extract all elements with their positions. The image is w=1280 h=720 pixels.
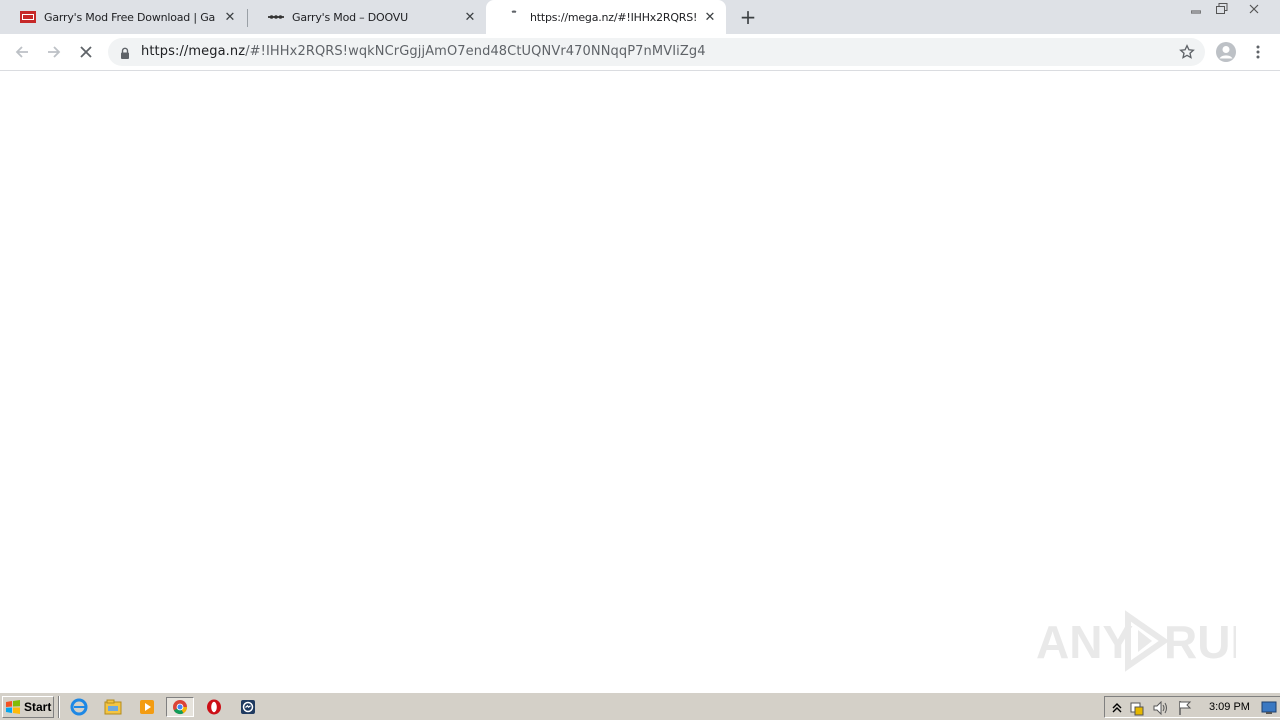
tab-close-icon[interactable]: ✕ [222, 9, 238, 25]
anyrun-logo-icon: ANY RUN [1036, 610, 1236, 672]
chrome-icon[interactable] [166, 697, 194, 717]
lock-icon[interactable] [120, 45, 130, 64]
restore-window-button[interactable] [1209, 0, 1235, 18]
show-hidden-icons-icon[interactable] [1109, 700, 1125, 716]
taskbar-divider [58, 696, 60, 718]
forward-arrow-icon [48, 46, 61, 58]
forward-button[interactable] [40, 38, 68, 66]
new-tab-button[interactable]: + [737, 5, 759, 29]
tab-close-icon[interactable]: ✕ [462, 9, 478, 25]
opera-icon[interactable] [200, 697, 228, 717]
bookmark-star-icon[interactable] [1179, 44, 1195, 64]
volume-icon[interactable] [1153, 700, 1169, 716]
doovu-favicon-icon [268, 9, 284, 25]
svg-text:RUN: RUN [1164, 616, 1236, 668]
tab-title: Garry's Mod – DOOVU [292, 10, 408, 24]
stop-x-icon [80, 46, 92, 58]
stop-loading-button[interactable] [72, 38, 100, 66]
system-tray: 3:09 PM [1104, 696, 1280, 718]
windows-logo-icon [6, 700, 20, 714]
url-host: https://mega.nz [141, 44, 246, 59]
messenger-icon[interactable] [234, 697, 262, 717]
start-button[interactable]: Start [2, 696, 54, 718]
show-desktop-icon[interactable] [1261, 700, 1277, 716]
start-label: Start [24, 700, 52, 714]
url-path: /#!IHHx2RQRS!wqkNCrGgjjAmO7end48CtUQNVr4… [245, 44, 706, 59]
clock[interactable]: 3:09 PM [1209, 701, 1250, 713]
tab-title: Garry's Mod Free Download | GameT [44, 10, 216, 24]
action-center-icon[interactable] [1129, 700, 1145, 716]
loading-spinner-icon [506, 9, 522, 25]
profile-button[interactable] [1212, 38, 1240, 66]
browser-toolbar: https://mega.nz/#!IHHx2RQRS!wqkNCrGgjjAm… [0, 34, 1280, 71]
tab-doovu[interactable]: Garry's Mod – DOOVU ✕ [248, 0, 486, 34]
tab-strip: Garry's Mod Free Download | GameT ✕ Garr… [0, 0, 1280, 34]
kebab-menu-icon [1256, 45, 1260, 59]
profile-avatar-icon [1216, 42, 1236, 62]
internet-explorer-icon[interactable] [65, 697, 93, 717]
tab-title: https://mega.nz/#!IHHx2RQRS!wqk [530, 10, 696, 24]
tab-gametrex[interactable]: Garry's Mod Free Download | GameT ✕ [0, 0, 246, 34]
tab-mega-active[interactable]: https://mega.nz/#!IHHx2RQRS!wqk ✕ [486, 0, 726, 34]
back-button[interactable] [8, 38, 36, 66]
back-arrow-icon [15, 46, 28, 58]
anyrun-watermark: ANY RUN [1036, 608, 1236, 674]
media-player-icon[interactable] [133, 697, 161, 717]
network-flag-icon[interactable] [1177, 700, 1193, 716]
svg-text:ANY: ANY [1036, 616, 1133, 668]
windows-explorer-icon[interactable] [99, 697, 127, 717]
windows-taskbar: Start 3:09 PM [0, 692, 1280, 720]
close-window-button[interactable] [1235, 0, 1273, 18]
minimize-window-button[interactable] [1183, 0, 1209, 18]
page-viewport[interactable]: ANY RUN [0, 72, 1280, 692]
gametrex-favicon-icon [20, 9, 36, 25]
address-bar[interactable]: https://mega.nz/#!IHHx2RQRS!wqkNCrGgjjAm… [108, 38, 1205, 66]
url-text[interactable]: https://mega.nz/#!IHHx2RQRS!wqkNCrGgjjAm… [141, 44, 706, 59]
tab-close-icon[interactable]: ✕ [702, 9, 718, 25]
chrome-menu-button[interactable] [1244, 38, 1272, 66]
